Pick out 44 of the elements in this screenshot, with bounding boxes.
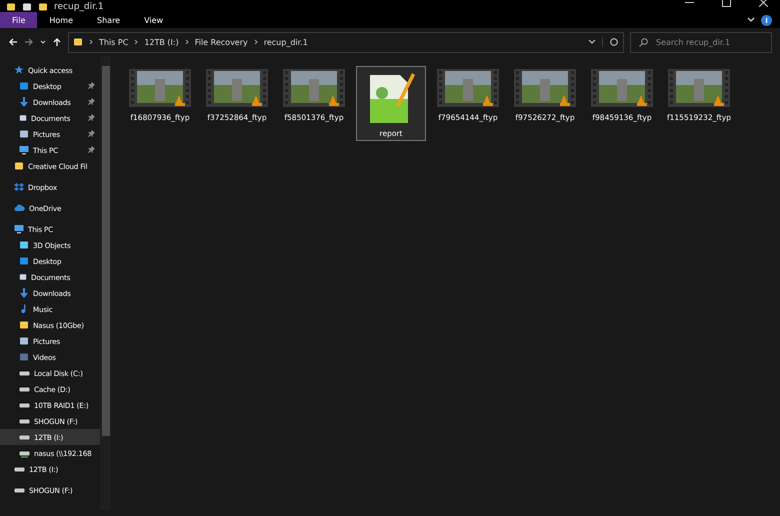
folder-icon [73, 37, 83, 47]
up-arrow-icon[interactable] [52, 37, 62, 47]
computer-icon [19, 145, 29, 155]
ribbon-tab[interactable]: Share [85, 12, 132, 28]
star-icon [14, 65, 24, 75]
breadcrumb-item[interactable]: recup_dir.1 [264, 38, 308, 46]
address-bar[interactable]: This PC 12TB (I:) File Recovery recup_dir.1 [68, 32, 624, 52]
breadcrumb-item[interactable]: File Recovery [194, 38, 248, 46]
breadcrumb-item[interactable]: This PC [99, 38, 128, 46]
ribbon-tab[interactable]: File [0, 12, 38, 28]
chevron-down-icon[interactable] [40, 39, 46, 45]
cloud-icon [14, 203, 25, 213]
video-thumbnail-icon [514, 69, 576, 109]
breadcrumb-item[interactable]: 12TB (I:) [144, 38, 179, 46]
folder-icon [6, 2, 16, 12]
chevron-down-icon[interactable] [747, 17, 755, 23]
maximize-icon[interactable] [722, 0, 731, 7]
video-thumbnail-icon [283, 69, 345, 109]
chevron-right-icon [134, 39, 138, 45]
video-thumbnail-icon [668, 69, 730, 109]
ribbon-tab[interactable]: Home [37, 12, 86, 28]
ribbon-tab[interactable]: View [132, 12, 176, 28]
chevron-right-icon [254, 39, 258, 45]
forward-arrow-icon[interactable] [24, 37, 34, 47]
down-arrow-icon [19, 288, 29, 298]
video-thumbnail-icon [591, 69, 653, 109]
video-thumbnail-icon [437, 69, 499, 109]
computer-icon [14, 224, 24, 234]
search-icon [639, 38, 648, 46]
back-arrow-icon[interactable] [8, 37, 18, 47]
scrollbar[interactable] [100, 56, 111, 510]
window-title: recup_dir.1 [54, 2, 104, 12]
folder-icon [19, 320, 29, 330]
chevron-right-icon [89, 39, 93, 45]
video-thumbnail-icon [129, 69, 191, 109]
folder-icon [14, 161, 24, 171]
video-thumbnail-icon [206, 69, 268, 109]
close-icon[interactable] [759, 0, 768, 7]
folder-icon [38, 2, 48, 12]
chevron-down-icon[interactable] [588, 39, 596, 45]
chevron-right-icon [184, 39, 189, 45]
search-field[interactable]: Search recup_dir.1 [630, 32, 772, 52]
dropbox-icon [14, 182, 24, 192]
down-arrow-icon [19, 97, 29, 107]
